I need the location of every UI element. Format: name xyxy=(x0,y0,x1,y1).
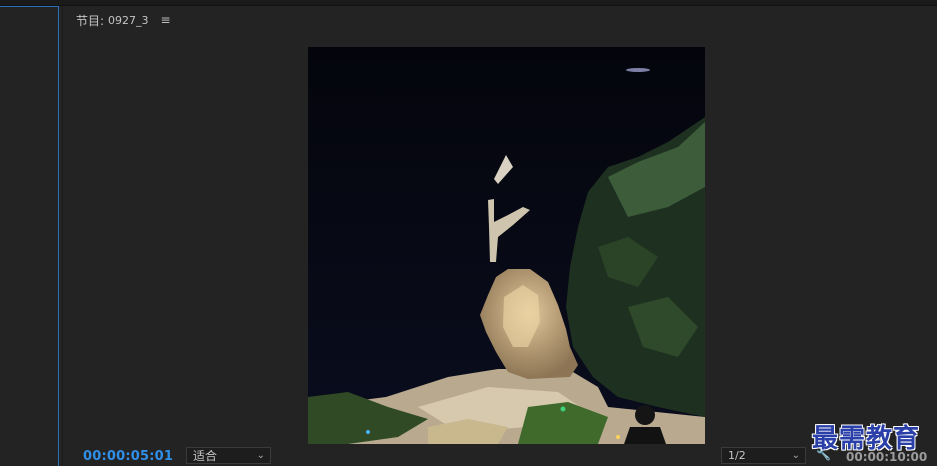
current-timecode[interactable]: 00:00:05:01 xyxy=(83,449,173,464)
zoom-fit-dropdown[interactable]: 适合 ⌄ xyxy=(186,447,271,464)
program-monitor-header: 节目: 0927_3 ≡ xyxy=(76,11,171,29)
video-frame-image xyxy=(308,47,705,444)
top-strip xyxy=(0,0,937,6)
zoom-fit-label: 适合 xyxy=(193,449,218,463)
watermark-logo: 最需教育 xyxy=(812,424,921,454)
focus-highlight-edge xyxy=(0,6,58,7)
chevron-down-icon: ⌄ xyxy=(791,450,800,461)
panel-title: 节目: xyxy=(76,13,105,28)
program-monitor-video[interactable] xyxy=(308,47,705,444)
playback-resolution-label: 1/2 xyxy=(728,449,746,462)
left-panel-focused[interactable] xyxy=(0,6,59,466)
playback-resolution-dropdown[interactable]: 1/2 ⌄ xyxy=(721,447,806,464)
panel-divider[interactable] xyxy=(62,6,63,466)
hamburger-menu-icon[interactable]: ≡ xyxy=(161,13,171,27)
chevron-down-icon: ⌄ xyxy=(256,450,265,461)
sequence-name: 0927_3 xyxy=(108,13,149,27)
